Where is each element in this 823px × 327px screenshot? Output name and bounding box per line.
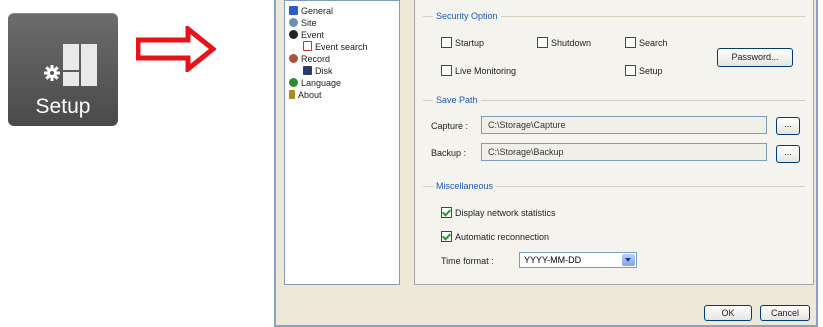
- save-path-group: Save Path Capture : C:\Storage\Capture .…: [423, 95, 805, 163]
- checkbox-label: Display network statistics: [455, 208, 556, 218]
- security-option-title: Security Option: [433, 11, 501, 21]
- setup-tile[interactable]: Setup: [8, 13, 118, 126]
- record-icon: [289, 54, 298, 63]
- tree-item-label: General: [301, 6, 334, 16]
- capture-path-field[interactable]: C:\Storage\Capture: [481, 116, 767, 134]
- site-icon: [289, 18, 298, 27]
- startup-checkbox[interactable]: Startup: [441, 37, 484, 49]
- checkbox-label: Live Monitoring: [455, 66, 517, 76]
- event-icon: [289, 30, 298, 39]
- checkbox-label: Setup: [639, 66, 663, 76]
- cancel-button[interactable]: Cancel: [760, 305, 810, 321]
- save-path-title: Save Path: [433, 95, 481, 105]
- checkbox-label: Startup: [455, 38, 485, 48]
- settings-panel: Security Option Startup Shutdown Search …: [414, 0, 814, 285]
- automatic-reconnection-checkbox[interactable]: Automatic reconnection: [441, 231, 549, 243]
- language-icon: [289, 78, 298, 87]
- tree-item-label: Disk: [315, 66, 333, 76]
- network-statistics-checkbox[interactable]: Display network statistics: [441, 207, 556, 219]
- time-format-label: Time format :: [441, 256, 494, 266]
- checkbox-box: [537, 37, 548, 48]
- about-icon: [289, 90, 295, 99]
- disk-icon: [303, 66, 312, 75]
- tree-item-event-search[interactable]: Event search: [303, 41, 368, 53]
- general-icon: [289, 6, 298, 15]
- tree-item-label: About: [298, 90, 322, 100]
- capture-label: Capture :: [431, 121, 469, 131]
- tree-item-label: Event: [301, 30, 325, 40]
- setup-label: Setup: [35, 95, 91, 118]
- setup-checkbox[interactable]: Setup: [625, 65, 663, 77]
- tree-item-label: Language: [301, 78, 342, 88]
- checkbox-box: [625, 65, 636, 76]
- checkbox-box: [441, 207, 452, 218]
- tree-item-site[interactable]: Site: [289, 17, 317, 29]
- checkbox-label: Shutdown: [551, 38, 592, 48]
- tree-item-event[interactable]: Event: [289, 29, 324, 41]
- ok-button[interactable]: OK: [704, 305, 752, 321]
- search-checkbox[interactable]: Search: [625, 37, 668, 49]
- tree-item-record[interactable]: Record: [289, 53, 330, 65]
- time-format-select[interactable]: YYYY-MM-DD: [519, 252, 637, 268]
- time-format-value: YYYY-MM-DD: [524, 255, 582, 265]
- backup-label: Backup :: [431, 148, 467, 158]
- setup-icon: [44, 44, 97, 86]
- miscellaneous-title: Miscellaneous: [433, 181, 497, 191]
- checkbox-box: [441, 65, 452, 76]
- checkbox-box: [441, 231, 452, 242]
- checkbox-box: [441, 37, 452, 48]
- tree-item-general[interactable]: General: [289, 5, 333, 17]
- tree-item-about[interactable]: About: [289, 89, 322, 101]
- settings-tree: General Site Event Event search Record D…: [284, 0, 400, 285]
- checkbox-label: Automatic reconnection: [455, 232, 550, 242]
- tree-item-language[interactable]: Language: [289, 77, 341, 89]
- password-button[interactable]: Password...: [717, 48, 793, 67]
- tree-item-label: Record: [301, 54, 331, 64]
- arrow-right-icon: [136, 26, 216, 72]
- chevron-down-icon[interactable]: [622, 254, 635, 266]
- backup-browse-button[interactable]: ...: [776, 145, 800, 163]
- tree-item-label: Site: [301, 18, 317, 28]
- checkbox-label: Search: [639, 38, 668, 48]
- setup-dialog: General Site Event Event search Record D…: [274, 0, 818, 327]
- tree-item-label: Event search: [315, 42, 368, 52]
- event-search-icon: [303, 41, 312, 51]
- checkbox-box: [625, 37, 636, 48]
- capture-browse-button[interactable]: ...: [776, 117, 800, 135]
- tree-item-disk[interactable]: Disk: [303, 65, 333, 77]
- shutdown-checkbox[interactable]: Shutdown: [537, 37, 591, 49]
- live-monitoring-checkbox[interactable]: Live Monitoring: [441, 65, 516, 77]
- security-option-group: Security Option Startup Shutdown Search …: [423, 11, 805, 83]
- miscellaneous-group: Miscellaneous Display network statistics…: [423, 181, 805, 277]
- backup-path-field[interactable]: C:\Storage\Backup: [481, 143, 767, 161]
